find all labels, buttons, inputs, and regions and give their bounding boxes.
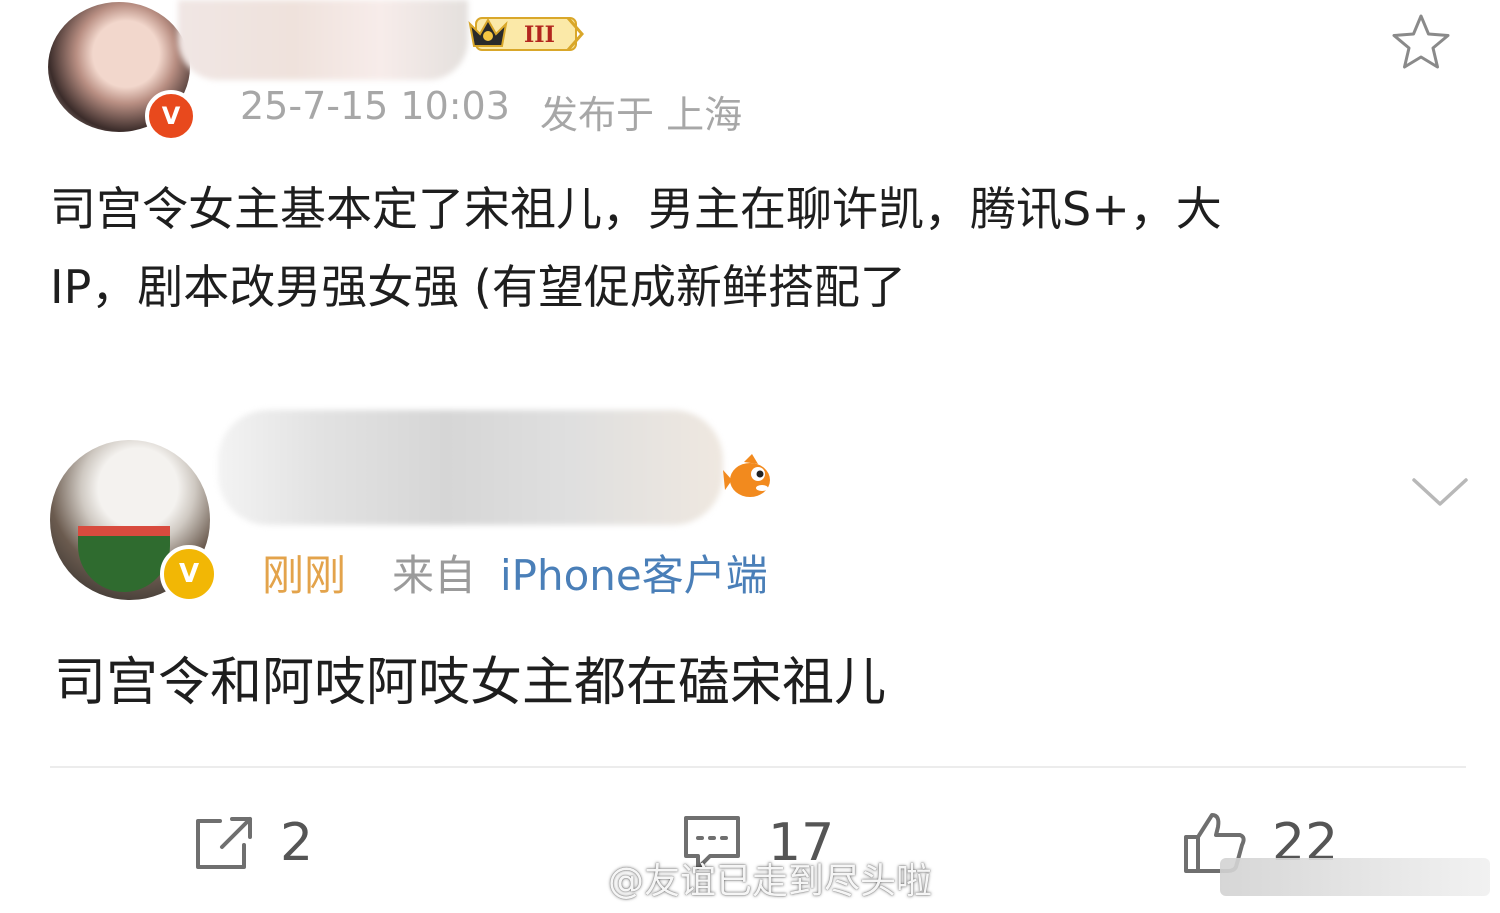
member-crown-badge: III [468, 17, 584, 51]
weibo-logo-icon [543, 859, 594, 900]
star-icon[interactable] [1390, 12, 1452, 72]
verified-badge-icon: V [145, 90, 197, 142]
watermark-text: @友谊已走到尽头啦 [608, 861, 933, 902]
fish-badge-icon [723, 454, 770, 497]
repost-button[interactable]: 2 [192, 808, 313, 878]
post-author-name-blurred[interactable] [178, 0, 468, 80]
repost-count: 2 [280, 813, 314, 873]
post-timestamp: 25-7-15 10:03 [240, 84, 510, 128]
weibo-watermark: @友谊已走到尽头啦 [542, 852, 932, 904]
divider [50, 766, 1466, 768]
post-location: 发布于 上海 [540, 93, 743, 137]
chevron-down-icon[interactable] [1410, 472, 1470, 512]
commenter-name-blurred[interactable] [218, 410, 723, 525]
share-icon [196, 817, 252, 869]
post-content-line-1: 司宫令女主基本定了宋祖儿，男主在聊许凯，腾讯S+，大 [50, 182, 1222, 236]
verified-badge-icon: V [160, 545, 218, 603]
watermark-blur-bar [1220, 858, 1490, 896]
comment-content: 司宫令和阿吱阿吱女主都在磕宋祖儿 [54, 653, 887, 713]
svg-text:III: III [524, 22, 555, 48]
comment-source-app[interactable]: iPhone客户端 [500, 542, 768, 603]
comment-source-prefix: 来自 [392, 551, 477, 600]
comment-timestamp: 刚刚 [262, 551, 347, 600]
post-content-line-2: IP，剧本改男强女强 (有望促成新鲜搭配了 [50, 260, 906, 314]
